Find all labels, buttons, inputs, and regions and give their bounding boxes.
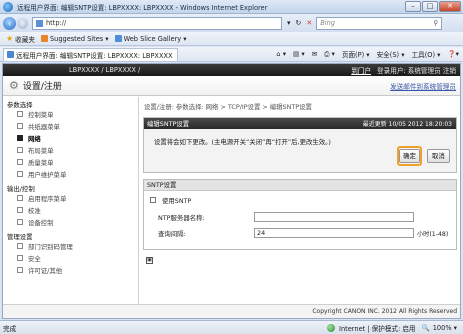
- page-icon: [36, 19, 43, 27]
- globe-icon: [327, 323, 336, 332]
- sidebar-item-device-control[interactable]: 设备控制: [3, 217, 138, 229]
- cancel-button[interactable]: 取消: [427, 149, 450, 163]
- zoom-icon[interactable]: 🔍: [422, 324, 430, 332]
- web-page: LBPXXXX / LBPXXXX / 到门户 登录用户: 系统管理员 注销 ⚙…: [2, 63, 461, 319]
- ntp-server-input[interactable]: [254, 212, 414, 222]
- security-zone[interactable]: Internet | 保护模式: 启用: [327, 323, 416, 333]
- panel-title: 编辑SNTP设置: [147, 120, 190, 128]
- sidebar-item-calibration[interactable]: 校准: [3, 205, 138, 217]
- sidebar-item-user-maintenance-menu[interactable]: 用户维护菜单: [3, 169, 138, 181]
- close-button[interactable]: ✕: [439, 1, 461, 12]
- address-toolbar: ‹ › http:// ▾ ↻ ✕ Bing ⚲: [0, 14, 463, 32]
- interval-label: 查询间隔:: [158, 229, 186, 238]
- rui-header: ⚙ 设置/注册 发送邮件到系统管理员: [3, 76, 460, 96]
- maximize-button[interactable]: □: [422, 1, 438, 12]
- edit-panel-header: 编辑SNTP设置 最近更新 10/05 2012 18:20:03: [144, 118, 456, 129]
- suggested-sites-label: Suggested Sites ▾: [49, 34, 109, 43]
- forward-button[interactable]: ›: [17, 17, 28, 29]
- compatibility-icon[interactable]: ▾: [287, 19, 291, 27]
- sidebar-item-control-menu[interactable]: 控制菜单: [3, 109, 138, 121]
- web-slice-icon: [114, 35, 122, 42]
- sntp-settings-panel: SNTP设置 使用SNTP NTP服务器名称: 查询间隔: 24 小时(1-48…: [143, 179, 457, 250]
- search-placeholder: Bing: [320, 19, 335, 27]
- address-input[interactable]: http://: [32, 16, 282, 30]
- breadcrumb: 设置/注册: 参数选择: 网络 > TCP/IP设置 > 编辑SNTP设置: [144, 103, 312, 111]
- print-icon[interactable]: ⎙ ▾: [324, 50, 335, 59]
- tab-page-icon: [7, 51, 14, 58]
- web-slice-gallery-link[interactable]: Web Slice Gallery ▾: [114, 34, 187, 43]
- interval-input[interactable]: 24: [254, 228, 414, 238]
- sidebar-section-output-control: 输出/控制: [7, 185, 35, 193]
- mail-icon[interactable]: ✉: [312, 50, 318, 58]
- feeds-icon[interactable]: ▤ ▾: [293, 50, 305, 58]
- use-sntp-row: 使用SNTP: [144, 193, 456, 207]
- ntp-server-label: NTP服务器名称:: [158, 213, 205, 222]
- star-icon: ★: [6, 34, 14, 43]
- footer-copyright: Copyright CANON INC. 2012 All Rights Res…: [3, 304, 460, 318]
- sidebar-item-network[interactable]: 网络: [3, 133, 138, 145]
- email-admin-link[interactable]: 发送邮件到系统管理员: [390, 81, 456, 91]
- interval-row: 查询间隔: 24 小时(1-48): [144, 226, 456, 240]
- stop-icon[interactable]: ✕: [306, 19, 312, 27]
- last-updated: 最近更新 10/05 2012 18:20:03: [362, 121, 452, 128]
- favorites-label: 收藏夹: [15, 35, 35, 44]
- edit-panel: 编辑SNTP设置 最近更新 10/05 2012 18:20:03 设置将会如下…: [143, 117, 457, 173]
- window-title: 远程用户界面: 编辑SNTP设置: LBPXXXX: LBPXXXX - Win…: [17, 3, 268, 12]
- page-menu[interactable]: 页面(P) ▾: [342, 49, 370, 59]
- rui-topbar: LBPXXXX / LBPXXXX / 到门户 登录用户: 系统管理员 注销: [3, 64, 460, 76]
- zone-text: Internet | 保护模式: 启用: [339, 324, 416, 333]
- status-text: 完成: [3, 324, 17, 333]
- refresh-icon[interactable]: ↻: [296, 19, 302, 27]
- sntp-section-title: SNTP设置: [144, 180, 456, 191]
- use-sntp-label: 使用SNTP: [162, 196, 192, 205]
- ntp-server-row: NTP服务器名称:: [144, 210, 456, 224]
- tab-label: 远程用户界面: 编辑SNTP设置: LBPXXXX: LBPXXXX: [16, 51, 173, 60]
- zoom-level[interactable]: 100% ▾: [433, 324, 457, 332]
- window-titlebar: 远程用户界面: 编辑SNTP设置: LBPXXXX: LBPXXXX - Win…: [0, 0, 463, 14]
- page-title: 设置/注册: [22, 82, 62, 92]
- safety-menu[interactable]: 安全(S) ▾: [377, 49, 405, 59]
- ok-button[interactable]: 确定: [399, 149, 420, 163]
- search-input[interactable]: Bing ⚲: [316, 16, 443, 30]
- window-controls: – □ ✕: [405, 1, 461, 12]
- sidebar-item-security[interactable]: 安全: [3, 253, 138, 265]
- sidebar-section-preferences: 参数选择: [7, 101, 33, 109]
- suggested-sites-icon: [40, 35, 48, 42]
- favorites-button[interactable]: ★ 收藏夹: [6, 34, 35, 44]
- use-sntp-checkbox[interactable]: [150, 197, 156, 203]
- login-user[interactable]: 登录用户: 系统管理员 注销: [377, 65, 456, 75]
- tools-menu[interactable]: 工具(O) ▾: [412, 49, 441, 59]
- sidebar-item-layout-menu[interactable]: 布局菜单: [3, 145, 138, 157]
- gear-icon: ⚙: [9, 79, 19, 92]
- minimize-button[interactable]: –: [405, 1, 421, 12]
- help-icon[interactable]: ❓▾: [447, 50, 459, 58]
- portal-link[interactable]: 到门户: [351, 65, 371, 75]
- sidebar-section-management: 管理设置: [7, 233, 33, 241]
- ie-logo-icon: [3, 1, 13, 12]
- status-bar: 完成 Internet | 保护模式: 启用 🔍 100% ▾: [0, 320, 463, 334]
- sidebar-item-paper-feed-menu[interactable]: 共纸器菜单: [3, 121, 138, 133]
- address-url: http://: [46, 19, 67, 27]
- device-name: LBPXXXX / LBPXXXX /: [69, 66, 141, 74]
- search-icon[interactable]: ⚲: [433, 19, 438, 27]
- tab-bar: 远程用户界面: 编辑SNTP设置: LBPXXXX: LBPXXXX ⌂ ▾ ▤…: [0, 47, 463, 62]
- sidebar-item-license-other[interactable]: 许可证/其他: [3, 265, 138, 277]
- favorites-bar: ★ 收藏夹 Suggested Sites ▾ Web Slice Galler…: [0, 32, 463, 46]
- interval-suffix: 小时(1-48): [417, 230, 449, 238]
- sidebar-item-utility-menu[interactable]: 启用程序菜单: [3, 193, 138, 205]
- sidebar-item-department-id[interactable]: 部门识别码管理: [3, 241, 138, 253]
- web-slice-label: Web Slice Gallery ▾: [123, 34, 187, 43]
- main-content: 设置/注册: 参数选择: 网络 > TCP/IP设置 > 编辑SNTP设置 编辑…: [140, 97, 460, 304]
- sidebar-item-quality-menu[interactable]: 质量菜单: [3, 157, 138, 169]
- back-button[interactable]: ‹: [3, 16, 16, 30]
- restart-note: 设置将会如下更改。(主电源开关“关闭”再“打开”后,更改生效。): [154, 138, 331, 146]
- home-icon[interactable]: ⌂ ▾: [276, 50, 286, 58]
- tab-current[interactable]: 远程用户界面: 编辑SNTP设置: LBPXXXX: LBPXXXX: [3, 47, 178, 61]
- ok-button-highlight: 确定: [397, 146, 422, 166]
- sidebar: 参数选择 控制菜单 共纸器菜单 网络 布局菜单 质量菜单 用户维护菜单 输出/控…: [3, 97, 139, 304]
- page-top-icon[interactable]: ▣: [146, 257, 153, 264]
- suggested-sites-link[interactable]: Suggested Sites ▾: [40, 34, 109, 43]
